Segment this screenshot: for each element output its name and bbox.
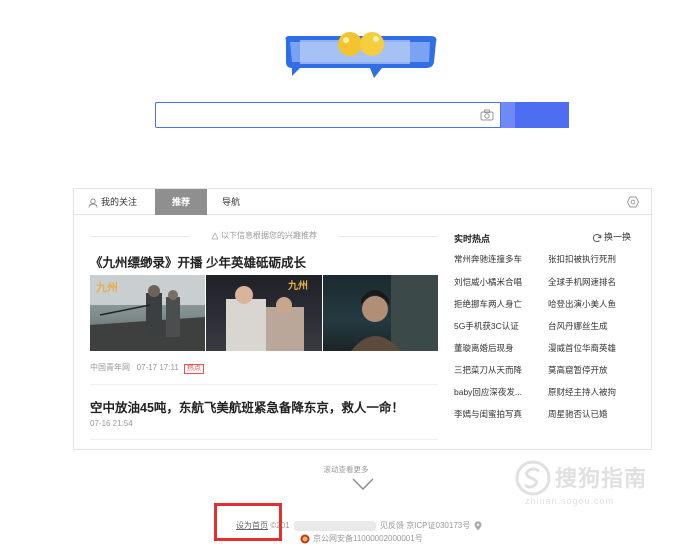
chevron-down-icon[interactable] — [352, 478, 374, 490]
search-box — [155, 102, 501, 128]
refresh-button[interactable]: 换一换 — [592, 230, 631, 243]
tip-divider-right — [338, 236, 438, 237]
news-time-2: 07-16 21:54 — [90, 419, 133, 428]
hot-item[interactable]: 拒绝挪车两人身亡 — [454, 298, 522, 310]
news-divider — [90, 384, 438, 385]
watermark-url: zhinan.sogou.com — [525, 496, 615, 506]
hot-list-title: 实时热点 — [454, 234, 491, 244]
camera-icon[interactable] — [480, 109, 494, 121]
news-meta-2: 07-16 21:54 — [90, 419, 133, 428]
portrait-scene-image — [351, 275, 438, 351]
browser-home-page: 我的关注 推荐 导航 以下信息根据您的兴趣推荐 《九州缥缈录》开播 少年英雄砥砺… — [0, 0, 692, 548]
user-icon — [88, 198, 98, 208]
hot-item[interactable]: baby回应深夜发... — [454, 386, 522, 398]
sogou-s-logo-icon — [515, 460, 551, 496]
news-title-1[interactable]: 《九州缥缈录》开播 少年英雄砥砺成长 — [90, 252, 306, 271]
news-image-1b[interactable]: 九州 — [206, 275, 322, 351]
hot-item[interactable]: 董璇离婚后现身 — [454, 342, 514, 354]
logo[interactable] — [280, 28, 442, 80]
couple-scene-image: 九州 — [226, 279, 308, 351]
recommend-tip-label: 以下信息根据您的兴趣推荐 — [221, 231, 317, 240]
hot-item[interactable]: 台风丹娜丝生成 — [548, 320, 608, 332]
footer-police: 京公网安备11000002000001号 — [300, 533, 423, 544]
hot-item[interactable]: 5G手机获3C认证 — [454, 320, 519, 332]
hot-item[interactable]: 李嫣与闺蜜拍写真 — [454, 408, 522, 420]
hot-item[interactable]: 哈登出演小美人鱼 — [548, 298, 616, 310]
refresh-icon — [592, 233, 602, 242]
feed-tabs: 我的关注 推荐 导航 — [74, 189, 651, 215]
news-image-1a[interactable]: 九州 — [90, 275, 205, 351]
hot-item[interactable]: 常州奔驰连撞多车 — [454, 253, 522, 265]
news-image-1c[interactable] — [323, 275, 438, 351]
police-badge-icon — [300, 534, 310, 544]
news-feed-panel: 我的关注 推荐 导航 以下信息根据您的兴趣推荐 《九州缥缈录》开播 少年英雄砥砺… — [73, 188, 652, 450]
icp-link[interactable]: 京ICP证030173号 — [406, 521, 470, 530]
recommend-tip-text: 以下信息根据您的兴趣推荐 — [211, 230, 317, 241]
hot-item[interactable]: 周星驰否认已婚 — [548, 408, 608, 420]
hot-tag: 热点 — [184, 364, 205, 374]
svg-text:九州: 九州 — [95, 280, 118, 294]
svg-text:九州: 九州 — [287, 279, 308, 292]
hot-item[interactable]: 张扣扣被执行死刑 — [548, 253, 616, 265]
watermark-brand: 搜狗指南 — [555, 466, 648, 491]
doodle-logo-image — [285, 32, 437, 78]
highlight-box — [214, 503, 282, 541]
tab-my-follow[interactable]: 我的关注 — [88, 189, 137, 215]
news-source-1: 中国青年网 — [90, 363, 130, 372]
watermark: 搜狗指南 zhinan.sogou.com — [515, 456, 675, 506]
tab-recommend[interactable]: 推荐 — [155, 189, 207, 215]
settings-icon[interactable] — [627, 196, 639, 208]
search-button[interactable] — [501, 102, 569, 128]
hot-item[interactable]: 全球手机网速排名 — [548, 276, 616, 288]
police-record-link[interactable]: 京公网安备11000002000001号 — [313, 534, 423, 543]
hot-item[interactable]: 三把菜刀从天而降 — [454, 364, 522, 376]
news-time-1: 07-17 17:11 — [136, 363, 179, 372]
hot-item[interactable]: 原财经主持人被拘 — [548, 386, 616, 398]
location-icon — [474, 521, 482, 531]
refresh-label: 换一换 — [604, 232, 632, 242]
tab-navigation[interactable]: 导航 — [222, 189, 240, 215]
tab-recommend-label: 推荐 — [171, 197, 190, 207]
hot-item[interactable]: 刘恺威小橘米合唱 — [454, 276, 522, 288]
warriors-scene-image: 九州 — [90, 275, 205, 351]
news-title-2[interactable]: 空中放油45吨，东航飞美航班紧急备降东京，救人一命！ — [90, 397, 404, 416]
feedback-link[interactable]: 见反馈 — [380, 521, 404, 530]
news-meta-1: 中国青年网 07-17 17:11 热点 — [90, 362, 205, 374]
recommend-tip: 以下信息根据您的兴趣推荐 — [90, 230, 438, 242]
news-images-1[interactable]: 九州 九州 — [90, 275, 438, 351]
tab-my-follow-label: 我的关注 — [101, 197, 138, 207]
tip-divider-left — [90, 236, 190, 237]
hot-item[interactable]: 莫高窟暂停开放 — [548, 364, 608, 376]
blurred-text — [293, 520, 376, 531]
search-input[interactable] — [160, 106, 478, 124]
news-divider — [90, 439, 438, 440]
bulb-icon — [211, 231, 219, 240]
tab-navigation-label: 导航 — [222, 197, 241, 207]
hot-item[interactable]: 漫威首位华裔英雄 — [548, 342, 616, 354]
search-button-blur — [501, 102, 515, 128]
